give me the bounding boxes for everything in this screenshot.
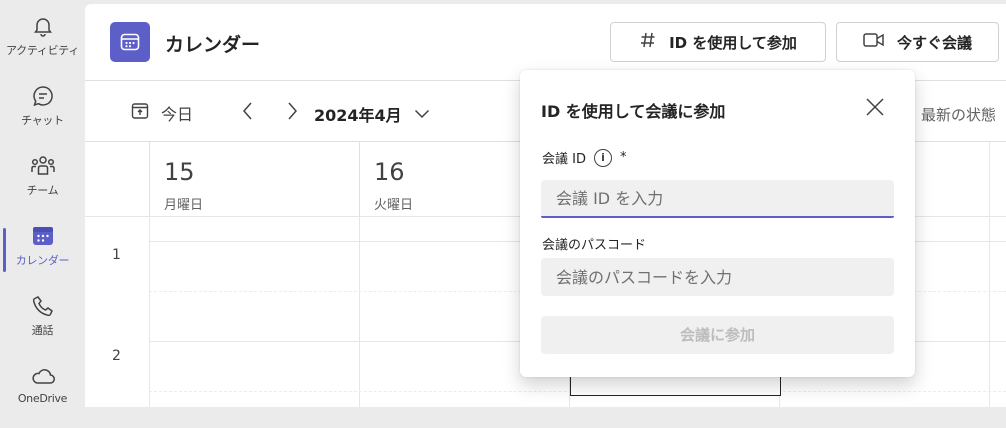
meet-now-label: 今すぐ会議 xyxy=(896,33,972,52)
teams-icon xyxy=(29,152,57,180)
calendar-today-icon xyxy=(131,102,149,124)
app-rail: アクティビティ チャット チーム カレンダー 通話 OneDrive xyxy=(0,0,85,407)
page-title: カレンダー xyxy=(165,34,261,56)
calendar-app-icon xyxy=(110,22,150,62)
hour-label: 2 xyxy=(112,348,121,364)
calendar-icon xyxy=(29,222,57,250)
grid-column-line xyxy=(989,142,990,407)
rail-item-teams[interactable]: チーム xyxy=(0,152,85,218)
chat-icon xyxy=(29,82,57,110)
latest-status-text: 最新の状態 xyxy=(921,106,997,124)
next-week-button[interactable] xyxy=(281,98,303,124)
rail-item-calls[interactable]: 通話 xyxy=(0,292,85,358)
join-with-id-dialog: ID を使用して会議に参加 会議 ID i * 会議のパスコード 会議に参加 xyxy=(520,70,915,377)
join-meeting-button[interactable]: 会議に参加 xyxy=(541,316,894,354)
phone-icon xyxy=(29,292,57,320)
required-mark: * xyxy=(619,150,627,165)
rail-item-activity[interactable]: アクティビティ xyxy=(0,12,85,78)
rail-label: カレンダー xyxy=(15,254,70,267)
hash-icon xyxy=(639,31,657,53)
rail-label: アクティビティ xyxy=(5,44,80,57)
day-number: 15 xyxy=(164,158,195,186)
cloud-icon xyxy=(29,362,57,390)
close-button[interactable] xyxy=(864,96,886,118)
rail-item-chat[interactable]: チャット xyxy=(0,82,85,148)
join-with-id-button[interactable]: ID を使用して参加 xyxy=(610,22,826,62)
month-picker[interactable]: 2024年4月 xyxy=(314,102,430,126)
meeting-id-label-row: 会議 ID i * xyxy=(542,148,626,167)
hour-label: 1 xyxy=(112,247,121,263)
join-with-id-label: ID を使用して参加 xyxy=(669,33,797,52)
rail-label: OneDrive xyxy=(17,392,68,405)
day-header-monday[interactable]: 15 月曜日 xyxy=(149,142,359,217)
video-icon xyxy=(863,32,885,52)
info-icon[interactable]: i xyxy=(593,148,612,167)
meeting-id-input[interactable] xyxy=(541,180,894,218)
day-name: 月曜日 xyxy=(164,198,204,213)
day-number: 16 xyxy=(374,158,405,186)
rail-label: チャット xyxy=(21,114,64,127)
meet-now-button[interactable]: 今すぐ会議 xyxy=(836,22,999,62)
today-label: 今日 xyxy=(161,105,194,124)
previous-week-button[interactable] xyxy=(237,98,259,124)
today-button[interactable]: 今日 xyxy=(131,101,193,125)
meeting-id-label: 会議 ID xyxy=(542,152,586,167)
chevron-left-icon xyxy=(243,102,252,120)
passcode-input[interactable] xyxy=(541,258,894,296)
passcode-label-row: 会議のパスコード xyxy=(542,234,646,253)
day-name: 火曜日 xyxy=(374,198,414,213)
bell-icon xyxy=(29,12,57,40)
chevron-right-icon xyxy=(288,102,297,120)
rail-label: チーム xyxy=(26,184,59,197)
rail-item-calendar[interactable]: カレンダー xyxy=(0,222,85,288)
rail-item-onedrive[interactable]: OneDrive xyxy=(0,362,85,428)
dialog-title: ID を使用して会議に参加 xyxy=(541,102,726,121)
chevron-down-icon xyxy=(414,109,429,119)
rail-label: 通話 xyxy=(31,324,54,337)
close-icon xyxy=(866,98,884,116)
month-label: 2024年4月 xyxy=(314,106,402,125)
passcode-label: 会議のパスコード xyxy=(542,238,647,253)
